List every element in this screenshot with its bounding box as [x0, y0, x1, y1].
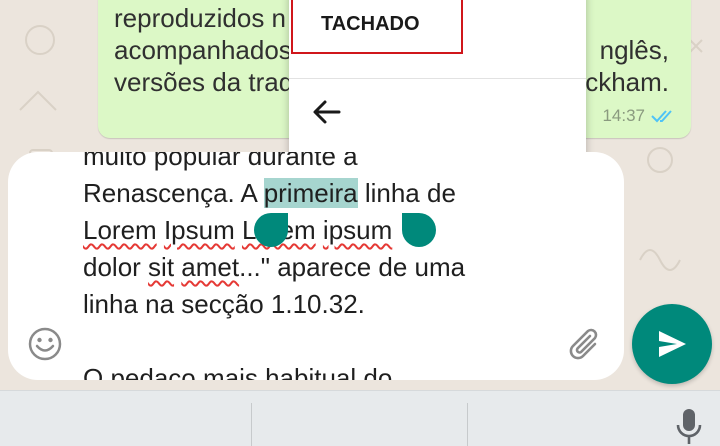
suggestion-divider	[251, 403, 252, 446]
message-meta: 14:37	[602, 106, 677, 126]
message-text: reproduzidos n acompanhados versões da t…	[114, 2, 293, 98]
text-selection-menu: TACHADO	[289, 0, 586, 161]
keyboard-suggestion-bar	[0, 390, 720, 446]
input-line	[83, 323, 543, 360]
menu-divider	[289, 78, 586, 79]
message-time: 14:37	[602, 106, 645, 125]
message-line: versões da trad	[114, 67, 294, 97]
input-text: linha de	[357, 178, 456, 208]
selection-handle-end[interactable]	[402, 213, 436, 247]
suggestion-divider	[467, 403, 468, 446]
message-line: nglês,	[599, 35, 669, 65]
input-line: linha na secção 1.10.32.	[83, 289, 365, 319]
smiley-icon[interactable]	[27, 326, 63, 362]
send-button[interactable]	[632, 304, 712, 384]
double-check-icon	[651, 110, 672, 123]
paperclip-icon[interactable]	[567, 322, 607, 362]
message-input[interactable]: muito popular durante a Renascença. A pr…	[8, 152, 624, 380]
input-line: muito popular durante a	[83, 152, 358, 171]
input-text: Renascença. A	[83, 178, 264, 208]
misspelled-word[interactable]: Ipsum	[164, 215, 235, 245]
message-input-text[interactable]: muito popular durante a Renascença. A pr…	[83, 152, 543, 380]
input-line: O pedaço mais habitual do	[83, 363, 393, 380]
input-line: dolor sit amet..." aparece de uma	[83, 249, 543, 286]
selection-handle-start[interactable]	[254, 213, 288, 247]
input-text: ..." aparece de uma	[239, 252, 466, 282]
misspelled-word[interactable]: Lorem	[83, 215, 157, 245]
message-line: reproduzidos n	[114, 3, 286, 33]
misspelled-word[interactable]: amet	[181, 252, 239, 282]
input-line: Lorem Ipsum Lorem ipsum	[83, 212, 543, 249]
arrow-left-icon[interactable]	[309, 94, 345, 130]
send-icon	[659, 331, 686, 357]
message-line: acompanhados	[114, 35, 292, 65]
input-text: dolor	[83, 252, 149, 282]
message-text-tail: nglês, ckham.	[585, 34, 669, 98]
input-line: Renascença. A primeira linha de	[83, 175, 543, 212]
misspelled-word[interactable]: ipsum	[323, 215, 392, 245]
message-line: ckham.	[585, 67, 669, 97]
microphone-icon[interactable]	[672, 407, 706, 445]
strikethrough-menu-item[interactable]: TACHADO	[291, 0, 463, 54]
misspelled-word[interactable]: sit	[148, 252, 174, 282]
selected-text[interactable]: primeira	[263, 178, 358, 208]
